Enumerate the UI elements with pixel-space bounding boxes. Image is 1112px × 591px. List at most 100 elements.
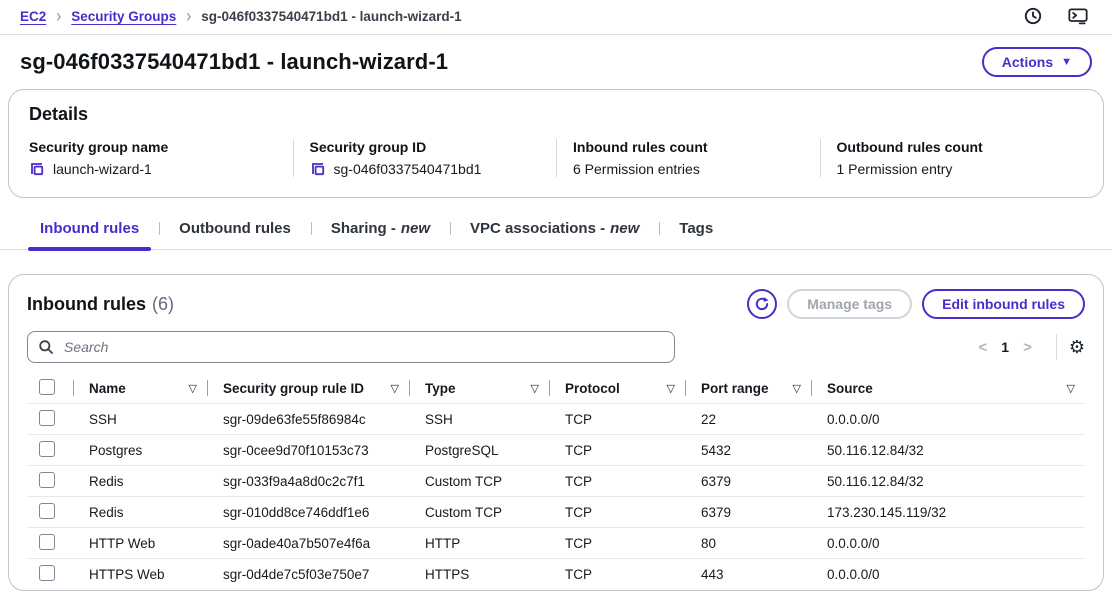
details-card: Details Security group name launch-wizar…	[8, 89, 1104, 198]
select-all-checkbox[interactable]	[39, 379, 55, 395]
search-input[interactable]	[62, 338, 664, 356]
breadcrumb-link-security-groups[interactable]: Security Groups	[71, 9, 176, 24]
cell-type: PostgreSQL	[409, 443, 549, 458]
panel-title: Inbound rules(6)	[27, 294, 174, 315]
detail-outbound-rules-count: Outbound rules count 1 Permission entry	[820, 139, 1084, 177]
filter-icon[interactable]: ▽	[385, 382, 399, 395]
row-checkbox[interactable]	[39, 441, 55, 457]
cell-rule-id: sgr-09de63fe55f86984c	[207, 412, 409, 427]
cell-type: HTTPS	[409, 567, 549, 582]
search-icon	[38, 339, 54, 355]
tab-inbound-rules[interactable]: Inbound rules	[20, 212, 159, 249]
manage-tags-button[interactable]: Manage tags	[787, 289, 912, 319]
detail-label: Security group ID	[310, 139, 545, 155]
filter-icon[interactable]: ▽	[525, 382, 539, 395]
page-header: sg-046f0337540471bd1 - launch-wizard-1 A…	[0, 35, 1112, 87]
edit-inbound-rules-button[interactable]: Edit inbound rules	[922, 289, 1085, 319]
row-checkbox[interactable]	[39, 565, 55, 581]
cell-port-range: 5432	[685, 443, 811, 458]
page-title: sg-046f0337540471bd1 - launch-wizard-1	[20, 49, 448, 75]
cell-name: Redis	[73, 505, 207, 520]
filter-icon[interactable]: ▽	[787, 382, 801, 395]
filter-icon[interactable]: ▽	[661, 382, 675, 395]
detail-label: Inbound rules count	[573, 139, 808, 155]
cell-type: Custom TCP	[409, 505, 549, 520]
cell-port-range: 443	[685, 567, 811, 582]
refresh-button[interactable]	[747, 289, 777, 319]
cloudshell-icon[interactable]	[1068, 7, 1088, 25]
column-header-rule-id[interactable]: Security group rule ID▽	[207, 373, 409, 403]
cell-port-range: 80	[685, 536, 811, 551]
table-row: Redis sgr-010dd8ce746ddf1e6 Custom TCP T…	[27, 497, 1085, 528]
cell-source: 0.0.0.0/0	[811, 567, 1085, 582]
detail-security-group-name: Security group name launch-wizard-1	[29, 139, 293, 177]
cell-port-range: 6379	[685, 474, 811, 489]
column-header-type[interactable]: Type▽	[409, 373, 549, 403]
filter-icon[interactable]: ▽	[183, 382, 197, 395]
table-row: Redis sgr-033f9a4a8d0c2c7f1 Custom TCP T…	[27, 466, 1085, 497]
tab-outbound-rules[interactable]: Outbound rules	[159, 212, 311, 249]
cell-port-range: 22	[685, 412, 811, 427]
cell-source: 50.116.12.84/32	[811, 474, 1085, 489]
cell-protocol: TCP	[549, 536, 685, 551]
cell-type: Custom TCP	[409, 474, 549, 489]
clock-icon[interactable]	[1024, 7, 1042, 25]
breadcrumb-current: sg-046f0337540471bd1 - launch-wizard-1	[201, 9, 461, 24]
table-header-row: Name▽ Security group rule ID▽ Type▽ Prot…	[27, 373, 1085, 404]
previous-page-icon[interactable]: <	[969, 339, 998, 356]
detail-value: 1 Permission entry	[837, 161, 953, 177]
row-checkbox[interactable]	[39, 472, 55, 488]
row-checkbox[interactable]	[39, 410, 55, 426]
copy-icon[interactable]	[310, 161, 326, 177]
cell-name: Postgres	[73, 443, 207, 458]
cell-source: 50.116.12.84/32	[811, 443, 1085, 458]
cell-protocol: TCP	[549, 412, 685, 427]
tab-sharing[interactable]: Sharing -new	[311, 212, 450, 249]
breadcrumb-link-ec2[interactable]: EC2	[20, 9, 46, 24]
actions-button[interactable]: Actions ▼	[982, 47, 1092, 77]
column-header-source[interactable]: Source▽	[811, 373, 1085, 403]
cell-type: SSH	[409, 412, 549, 427]
cell-name: HTTPS Web	[73, 567, 207, 582]
cell-source: 0.0.0.0/0	[811, 536, 1085, 551]
divider	[1056, 334, 1057, 360]
row-checkbox[interactable]	[39, 534, 55, 550]
rule-count: (6)	[152, 294, 174, 314]
cell-rule-id: sgr-010dd8ce746ddf1e6	[207, 505, 409, 520]
page-number[interactable]: 1	[997, 339, 1013, 355]
breadcrumb-bar: EC2 › Security Groups › sg-046f033754047…	[0, 0, 1112, 35]
gear-icon[interactable]: ⚙	[1069, 338, 1085, 356]
table-row: SSH sgr-09de63fe55f86984c SSH TCP 22 0.0…	[27, 404, 1085, 435]
caret-down-icon: ▼	[1061, 56, 1072, 68]
detail-inbound-rules-count: Inbound rules count 6 Permission entries	[556, 139, 820, 177]
filter-icon[interactable]: ▽	[1061, 382, 1075, 395]
tab-vpc-associations[interactable]: VPC associations -new	[450, 212, 659, 249]
cell-protocol: TCP	[549, 443, 685, 458]
row-checkbox[interactable]	[39, 503, 55, 519]
table-row: HTTPS Web sgr-0d4de7c5f03e750e7 HTTPS TC…	[27, 559, 1085, 590]
cell-type: HTTP	[409, 536, 549, 551]
cell-name: SSH	[73, 412, 207, 427]
cell-source: 0.0.0.0/0	[811, 412, 1085, 427]
detail-label: Outbound rules count	[837, 139, 1072, 155]
cell-rule-id: sgr-0ade40a7b507e4f6a	[207, 536, 409, 551]
cell-rule-id: sgr-0cee9d70f10153c73	[207, 443, 409, 458]
cell-port-range: 6379	[685, 505, 811, 520]
cell-source: 173.230.145.119/32	[811, 505, 1085, 520]
column-header-protocol[interactable]: Protocol▽	[549, 373, 685, 403]
column-header-port-range[interactable]: Port range▽	[685, 373, 811, 403]
search-box	[27, 331, 675, 363]
tab-tags[interactable]: Tags	[659, 212, 733, 249]
tab-bar: Inbound rules Outbound rules Sharing -ne…	[0, 212, 1112, 250]
cell-protocol: TCP	[549, 567, 685, 582]
next-page-icon[interactable]: >	[1013, 339, 1042, 356]
inbound-rules-table: Name▽ Security group rule ID▽ Type▽ Prot…	[27, 373, 1085, 590]
cell-name: Redis	[73, 474, 207, 489]
detail-security-group-id: Security group ID sg-046f0337540471bd1	[293, 139, 557, 177]
cell-protocol: TCP	[549, 474, 685, 489]
breadcrumb-separator-icon: ›	[56, 5, 61, 26]
cell-rule-id: sgr-0d4de7c5f03e750e7	[207, 567, 409, 582]
copy-icon[interactable]	[29, 161, 45, 177]
column-header-name[interactable]: Name▽	[73, 373, 207, 403]
cell-name: HTTP Web	[73, 536, 207, 551]
